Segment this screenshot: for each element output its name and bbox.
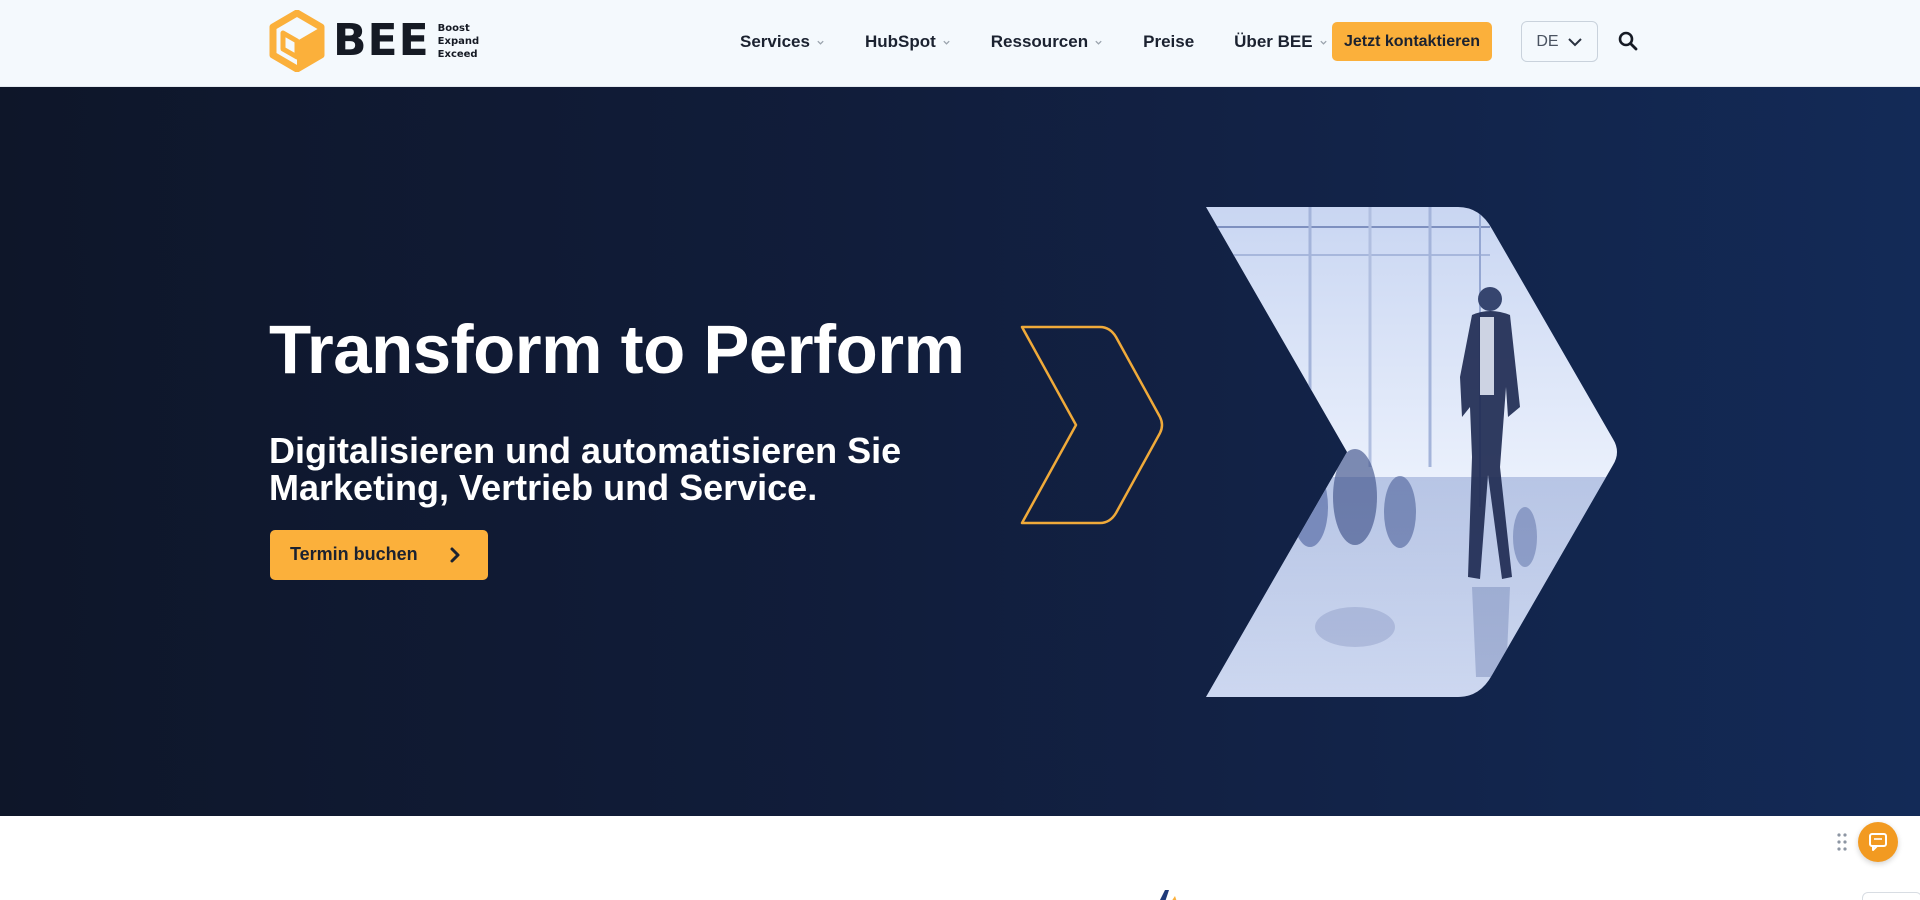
corner-widget[interactable] <box>1862 892 1920 900</box>
nav-item-preise[interactable]: Preise <box>1143 32 1194 52</box>
nav-label: Services <box>740 32 810 51</box>
contact-button[interactable]: Jetzt kontaktieren <box>1332 22 1492 61</box>
nav-item-ueber-bee[interactable]: Über BEE <box>1234 32 1327 52</box>
chevron-down-icon <box>943 40 950 45</box>
search-icon[interactable] <box>1618 31 1638 51</box>
nav-label: HubSpot <box>864 32 936 51</box>
nav-label: Ressourcen <box>990 32 1089 51</box>
hexagon-cube-logo-icon <box>269 10 325 72</box>
chat-bubble-icon <box>1869 833 1887 851</box>
tagline-line-1: Boost <box>437 22 470 34</box>
nav-label: Über BEE <box>1234 32 1313 51</box>
hero-arrow-image <box>1020 207 1617 697</box>
nav-item-hubspot[interactable]: HubSpot <box>865 32 951 52</box>
tagline-line-3: Exceed <box>437 48 478 60</box>
chevron-down-icon <box>1095 40 1102 45</box>
logo-wordmark: BEE <box>333 15 430 66</box>
partner-logo-icon <box>1160 890 1177 900</box>
main-nav: Services HubSpot Ressourcen Preise Über … <box>740 22 1328 62</box>
chat-widget-button[interactable] <box>1858 822 1898 862</box>
chevron-down-icon <box>1319 40 1327 45</box>
drag-handle-icon[interactable] <box>1836 831 1848 853</box>
nav-label: Preise <box>1143 32 1195 51</box>
nav-item-services[interactable]: Services <box>740 32 825 52</box>
logo-tagline: Boost Expand Exceed <box>438 22 479 61</box>
chevron-right-icon <box>450 547 460 563</box>
nav-item-ressourcen[interactable]: Ressourcen <box>991 32 1103 52</box>
button-label: Termin buchen <box>290 544 418 564</box>
chevron-down-icon <box>817 40 824 45</box>
book-appointment-button[interactable]: Termin buchen <box>270 530 488 580</box>
hero-subtitle: Digitalisieren und automatisieren Sie Ma… <box>269 430 902 508</box>
site-header: BEE Boost Expand Exceed Services HubSpot… <box>0 0 1920 87</box>
bee-logo[interactable]: BEE Boost Expand Exceed <box>269 10 479 72</box>
chevron-down-icon <box>1567 37 1582 46</box>
outline-chevron-icon <box>1020 325 1164 525</box>
language-label: DE <box>1536 32 1559 50</box>
tagline-line-2: Expand <box>437 35 480 47</box>
language-selector[interactable]: DE <box>1521 21 1598 62</box>
hero-title: Transform to Perform <box>269 311 965 388</box>
hero-section: Transform to Perform Digitalisieren und … <box>0 87 1920 816</box>
